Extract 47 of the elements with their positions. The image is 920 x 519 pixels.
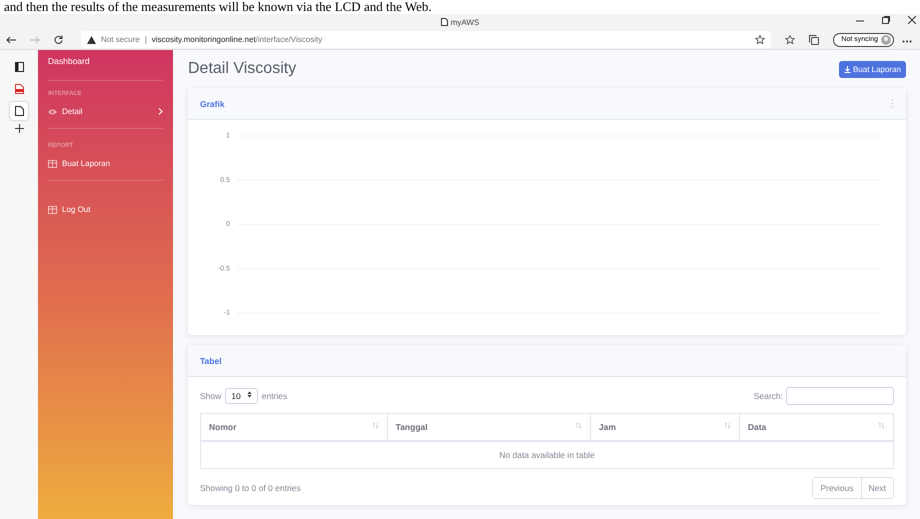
reload-icon[interactable] <box>54 35 63 44</box>
entries-label: entries <box>262 391 288 401</box>
report-button[interactable]: Buat Laporan <box>838 60 906 78</box>
table-info: Showing 0 to 0 of 0 entries <box>200 483 301 493</box>
back-icon[interactable] <box>6 36 16 44</box>
empty-message: No data available in table <box>200 441 894 468</box>
star-icon[interactable] <box>755 34 766 44</box>
page-icon[interactable] <box>14 106 24 116</box>
panel-icon[interactable] <box>14 62 24 72</box>
collections-icon[interactable] <box>809 34 820 44</box>
column-header[interactable]: Data <box>739 414 894 441</box>
restore-icon[interactable] <box>882 16 890 24</box>
table-icon <box>48 160 57 168</box>
chevron-icon <box>158 108 163 115</box>
favorites-icon[interactable] <box>785 34 796 44</box>
card-title: Tabel <box>200 356 222 366</box>
page-title: Detail Viscosity <box>188 60 296 78</box>
search-field[interactable] <box>786 387 894 405</box>
column-header[interactable]: Jam <box>590 414 740 441</box>
page-size-select[interactable]: 10 <box>225 388 258 404</box>
updown-icon <box>246 391 252 398</box>
add-icon[interactable] <box>14 124 24 133</box>
download-icon <box>844 66 851 72</box>
search-label: Search: <box>754 391 783 401</box>
avatar-icon <box>881 34 891 44</box>
close-icon[interactable] <box>908 16 916 24</box>
vertical-tab[interactable] <box>10 102 28 120</box>
sidebar-item[interactable]: Buat Laporan <box>48 149 163 180</box>
sidebar-item[interactable]: Log Out <box>48 195 163 226</box>
column-header[interactable]: Nomor <box>200 414 388 441</box>
sort-icon <box>574 422 582 429</box>
pdf-icon[interactable] <box>14 84 24 94</box>
sidebar-brand[interactable]: Dashboard <box>48 50 163 81</box>
show-label: Show <box>200 391 222 401</box>
column-header[interactable]: Tanggal <box>387 414 590 441</box>
eye-icon <box>48 108 57 114</box>
warning-icon <box>87 36 96 44</box>
sort-icon <box>878 422 885 429</box>
page-icon <box>440 18 448 26</box>
document-text: and then the results of the measurements will be known via the LCD and the Web. <box>3 0 433 14</box>
sort-icon <box>724 422 731 429</box>
address-bar[interactable]: Not secure | viscosity.monitoringonline.net/interface/Viscosity <box>81 31 772 48</box>
window-title-text: myAWS <box>450 18 480 26</box>
card-title: Grafik <box>200 98 225 108</box>
sort-icon <box>372 422 379 429</box>
table-icon <box>48 206 57 214</box>
sidebar-item[interactable]: Detail <box>48 97 163 128</box>
